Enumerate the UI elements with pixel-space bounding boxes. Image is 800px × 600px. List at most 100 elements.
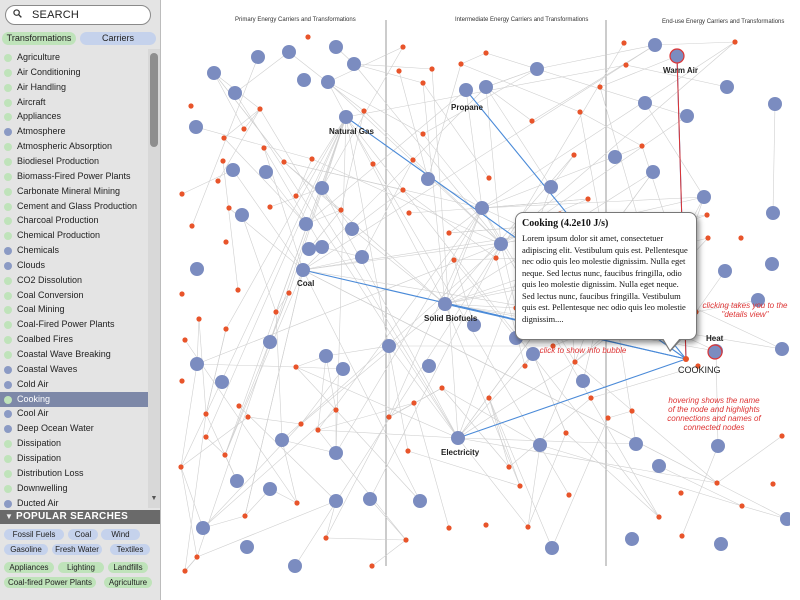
node-carrier[interactable]: [652, 459, 666, 473]
tab-carriers[interactable]: Carriers: [80, 32, 156, 45]
node-carrier[interactable]: [329, 494, 343, 508]
popular-search-tag[interactable]: Wind: [101, 529, 140, 540]
node-transformation[interactable]: [572, 359, 578, 365]
node-carrier[interactable]: [422, 359, 436, 373]
node-carrier[interactable]: [190, 262, 204, 276]
node-transformation[interactable]: [517, 483, 523, 489]
node-transformation[interactable]: [236, 403, 242, 409]
node-carrier[interactable]: [775, 342, 789, 356]
node-carrier[interactable]: [319, 349, 333, 363]
scroll-down-icon[interactable]: ▼: [150, 495, 158, 505]
node-carrier[interactable]: [263, 482, 277, 496]
sidebar-item[interactable]: CO2 Dissolution: [0, 273, 148, 288]
node-transformation[interactable]: [585, 196, 591, 202]
node-carrier[interactable]: [315, 181, 329, 195]
node-transformation[interactable]: [179, 291, 185, 297]
popular-search-tag[interactable]: Landfills: [108, 562, 148, 573]
node-transformation[interactable]: [235, 287, 241, 293]
node-transformation[interactable]: [405, 448, 411, 454]
node-carrier[interactable]: [780, 512, 794, 526]
node-transformation[interactable]: [182, 337, 188, 343]
scrollbar-thumb[interactable]: [150, 53, 158, 147]
sidebar-item[interactable]: Cold Air: [0, 377, 148, 392]
node-transformation[interactable]: [571, 152, 577, 158]
node-carrier[interactable]: [345, 222, 359, 236]
node-transformation[interactable]: [439, 385, 445, 391]
node-carrier[interactable]: [296, 263, 310, 277]
node-carrier[interactable]: [339, 110, 353, 124]
node-transformation[interactable]: [223, 239, 229, 245]
sidebar-item[interactable]: Cement and Glass Production: [0, 199, 148, 214]
popular-search-tag[interactable]: Coal: [68, 529, 98, 540]
sidebar-item[interactable]: Coal-Fired Power Plants: [0, 317, 148, 332]
node-transformation[interactable]: [779, 433, 785, 439]
popular-search-tag[interactable]: Fresh Water: [52, 544, 102, 555]
node-transformation[interactable]: [267, 204, 273, 210]
node-carrier[interactable]: [275, 433, 289, 447]
node-transformation[interactable]: [770, 481, 776, 487]
node-transformation[interactable]: [396, 68, 402, 74]
node-transformation[interactable]: [525, 524, 531, 530]
node-transformation[interactable]: [179, 191, 185, 197]
node-carrier[interactable]: [646, 165, 660, 179]
node-transformation[interactable]: [220, 158, 226, 164]
sidebar-item[interactable]: Downwelling: [0, 481, 148, 496]
node-transformation[interactable]: [705, 235, 711, 241]
node-transformation[interactable]: [566, 492, 572, 498]
node-carrier[interactable]: [215, 375, 229, 389]
node-carrier[interactable]: [228, 86, 242, 100]
node-transformation[interactable]: [597, 84, 603, 90]
sidebar-item[interactable]: Charcoal Production: [0, 213, 148, 228]
node-carrier[interactable]: [259, 165, 273, 179]
collapse-arrow-icon[interactable]: ▼: [5, 512, 13, 521]
node-carrier[interactable]: [382, 339, 396, 353]
info-bubble[interactable]: Cooking (4.2e10 J/s) Lorem ipsum dolor s…: [515, 212, 697, 352]
node-transformation[interactable]: [400, 187, 406, 193]
node-transformation[interactable]: [305, 34, 311, 40]
popular-search-tag[interactable]: Lighting: [58, 562, 104, 573]
node-carrier[interactable]: [765, 257, 779, 271]
node-carrier[interactable]: [240, 540, 254, 554]
sidebar-item[interactable]: Air Conditioning: [0, 65, 148, 80]
node-transformation[interactable]: [522, 363, 528, 369]
node-transformation[interactable]: [257, 106, 263, 112]
node-transformation[interactable]: [506, 464, 512, 470]
node-carrier[interactable]: [438, 297, 452, 311]
sidebar-item[interactable]: Clouds: [0, 258, 148, 273]
node-transformation[interactable]: [429, 66, 435, 72]
node-transformation[interactable]: [221, 135, 227, 141]
sidebar-item[interactable]: Aircraft: [0, 95, 148, 110]
popular-search-tag[interactable]: Agriculture: [104, 577, 152, 588]
node-carrier[interactable]: [720, 80, 734, 94]
sidebar-item[interactable]: Coal Conversion: [0, 288, 148, 303]
node-transformation[interactable]: [323, 535, 329, 541]
sidebar-item[interactable]: Coastal Wave Breaking: [0, 347, 148, 362]
node-carrier[interactable]: [235, 208, 249, 222]
node-transformation[interactable]: [386, 414, 392, 420]
sidebar-item[interactable]: Atmospheric Absorption: [0, 139, 148, 154]
node-carrier[interactable]: [288, 559, 302, 573]
sidebar-item[interactable]: Appliances: [0, 109, 148, 124]
node-carrier[interactable]: [315, 240, 329, 254]
node-transformation[interactable]: [245, 414, 251, 420]
node-transformation[interactable]: [446, 230, 452, 236]
node-transformation[interactable]: [732, 39, 738, 45]
node-transformation[interactable]: [194, 554, 200, 560]
node-label-cooking[interactable]: COOKING: [678, 365, 721, 375]
node-transformation[interactable]: [281, 159, 287, 165]
node-carrier[interactable]: [251, 50, 265, 64]
node-carrier[interactable]: [336, 362, 350, 376]
node-transformation[interactable]: [563, 430, 569, 436]
sidebar-item[interactable]: Coastal Waves: [0, 362, 148, 377]
node-transformation[interactable]: [493, 255, 499, 261]
node-transformation[interactable]: [370, 161, 376, 167]
node-transformation[interactable]: [420, 80, 426, 86]
node-carrier[interactable]: [648, 38, 662, 52]
node-transformation[interactable]: [369, 563, 375, 569]
node-transformation[interactable]: [621, 40, 627, 46]
node-transformation[interactable]: [203, 411, 209, 417]
node-carrier[interactable]: [226, 163, 240, 177]
node-carrier[interactable]: [544, 180, 558, 194]
node-transformation[interactable]: [420, 131, 426, 137]
node-carrier[interactable]: [576, 374, 590, 388]
